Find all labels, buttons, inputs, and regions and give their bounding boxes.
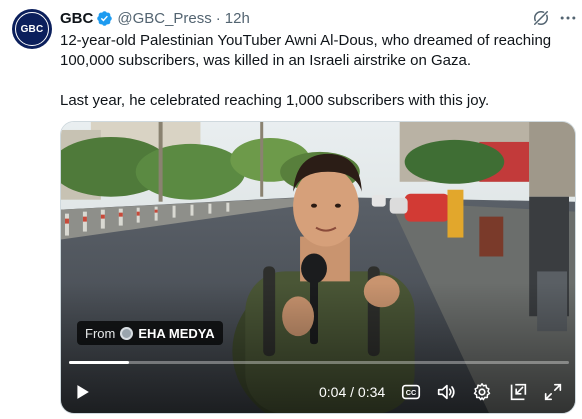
video-frame[interactable]	[61, 122, 575, 414]
avatar-logo-text: GBC	[20, 23, 44, 35]
grok-icon[interactable]	[531, 8, 551, 28]
svg-text:CC: CC	[406, 388, 417, 397]
tweet-text: 12-year-old Palestinian YouTuber Awni Al…	[60, 31, 570, 111]
tweet-paragraph-2: Last year, he celebrated reaching 1,000 …	[60, 92, 490, 109]
verified-badge-icon	[97, 10, 113, 26]
header-separator: ·	[215, 9, 221, 27]
fullscreen-icon[interactable]	[542, 381, 564, 403]
current-time: 0:04	[319, 384, 347, 400]
captions-icon[interactable]: CC	[400, 381, 422, 403]
source-avatar-icon	[120, 326, 134, 340]
media-source-badge[interactable]: From EHA MEDYA	[77, 321, 223, 345]
video-player[interactable]: From EHA MEDYA 0:04 / 0:34 CC	[60, 121, 576, 414]
video-time-readout: 0:04 / 0:34	[319, 384, 385, 400]
time-separator: /	[350, 384, 355, 400]
play-icon[interactable]	[71, 381, 93, 403]
more-icon[interactable]	[558, 10, 578, 26]
video-controls: 0:04 / 0:34 CC	[61, 377, 575, 407]
tweet-timestamp[interactable]: 12h	[225, 10, 250, 27]
tweet-header: GBC @GBC_Press · 12h	[60, 8, 250, 28]
account-avatar[interactable]: GBC	[12, 9, 52, 49]
video-progress-bar[interactable]	[69, 361, 569, 364]
source-name: EHA MEDYA	[138, 325, 215, 341]
video-progress-fill	[69, 361, 129, 364]
account-name[interactable]: GBC	[60, 10, 93, 27]
account-handle[interactable]: @GBC_Press	[117, 10, 211, 27]
gear-icon[interactable]	[471, 381, 493, 403]
avatar-logo-ring: GBC	[15, 12, 49, 46]
volume-icon[interactable]	[435, 381, 457, 403]
tweet-paragraph-1: 12-year-old Palestinian YouTuber Awni Al…	[60, 32, 552, 69]
video-duration: 0:34	[357, 384, 386, 400]
picture-in-picture-icon[interactable]	[507, 381, 529, 403]
source-prefix: From	[85, 325, 116, 341]
